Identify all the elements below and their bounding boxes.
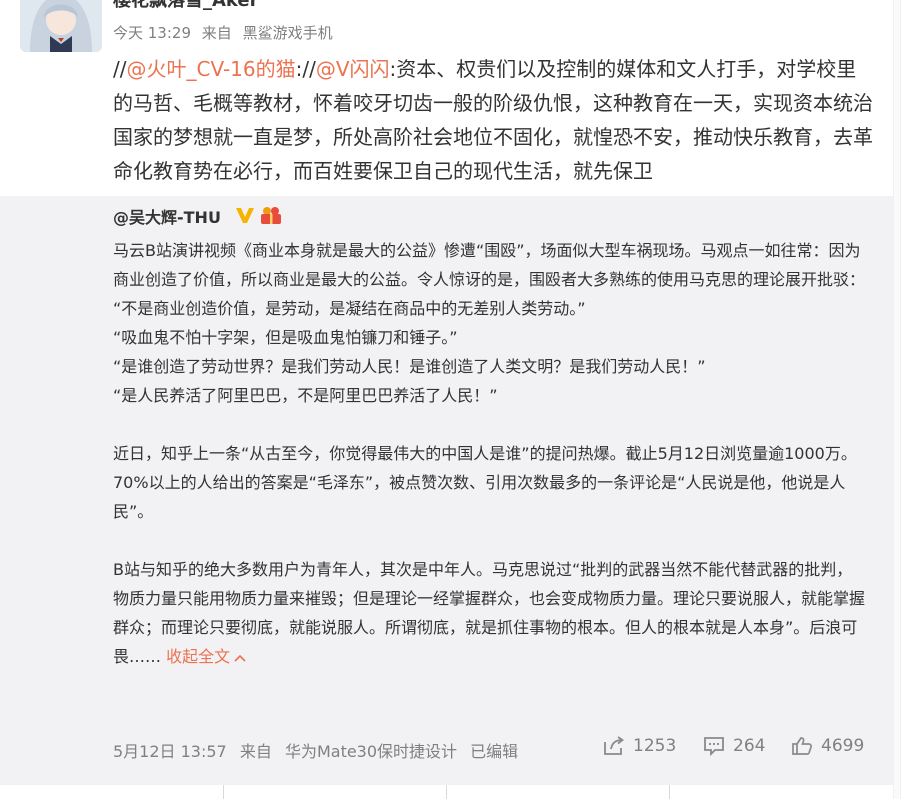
thumbs-up-icon xyxy=(792,737,812,755)
gift-badge-icon[interactable] xyxy=(258,205,284,225)
retweet-paragraph: 马云B站演讲视频《商业本身就是最大的公益》惨遭“围殴”，场面似大型车祸现场。马观… xyxy=(113,241,866,289)
retweet-username[interactable]: @吴大辉-THU xyxy=(113,204,221,228)
chevron-up-icon[interactable] xyxy=(234,644,246,673)
retweet-box: @吴大辉-THU 马云B站演讲视频《商业本身就是最大的公益》惨遭“围殴”，场面似… xyxy=(0,196,893,785)
scrollbar[interactable] xyxy=(893,0,901,799)
retweet-quote: “是人民养活了阿里巴巴，不是阿里巴巴养活了人民！” xyxy=(113,386,498,405)
avatar[interactable] xyxy=(20,0,102,52)
post-meta: 今天 13:29 来自 黑鲨游戏手机 xyxy=(113,22,339,43)
post-username[interactable]: 樱花飘落雪_Aker xyxy=(113,0,259,12)
post-source[interactable]: 黑鲨游戏手机 xyxy=(243,24,333,42)
repost-text: //@火叶_CV-16的猫://@V闪闪:资本、权贵们以及控制的媒体和文人打手，… xyxy=(113,52,873,188)
share-icon xyxy=(604,736,625,755)
action-divider xyxy=(446,785,447,799)
comment-count: 264 xyxy=(733,736,766,756)
retweet-footer: 5月12日 13:57 来自 华为Mate30保时捷设计 已编辑 1253 26… xyxy=(113,736,873,764)
post-source-prefix: 来自 xyxy=(201,24,232,42)
scrollbar-thumb[interactable] xyxy=(894,0,900,799)
action-bar xyxy=(0,785,893,799)
repost-button[interactable]: 1253 xyxy=(603,736,676,756)
like-button[interactable]: 4699 xyxy=(791,736,864,756)
comment-button[interactable]: 264 xyxy=(703,736,765,756)
action-divider xyxy=(223,785,224,799)
like-count: 4699 xyxy=(821,736,865,756)
comment-icon xyxy=(704,737,724,756)
retweet-quote: “吸血鬼不怕十字架，但是吸血鬼怕镰刀和锤子。” xyxy=(113,328,458,347)
weibo-post: 樱花飘落雪_Aker 今天 13:29 来自 黑鲨游戏手机 //@火叶_CV-1… xyxy=(0,0,893,799)
retweet-quote: “是谁创造了劳动世界？是我们劳动人民！是谁创造了人类文明？是我们劳动人民！” xyxy=(113,357,706,376)
retweet-quote: “不是商业创造价值，是劳动，是凝结在商品中的无差别人类劳动。” xyxy=(113,299,586,318)
retweet-body: 马云B站演讲视频《商业本身就是最大的公益》惨遭“围殴”，场面似大型车祸现场。马观… xyxy=(113,236,868,673)
slashes: // xyxy=(113,57,127,81)
post-time[interactable]: 今天 13:29 xyxy=(113,24,191,42)
mention-link[interactable]: @火叶_CV-16的猫 xyxy=(126,57,295,81)
collapse-link[interactable]: 收起全文 xyxy=(166,647,230,666)
retweet-time[interactable]: 5月12日 13:57 xyxy=(113,742,227,761)
retweet-paragraph: B站与知乎的绝大多数用户为青年人，其次是中年人。马克思说过“批判的武器当然不能代… xyxy=(113,555,868,673)
edited-label[interactable]: 已编辑 xyxy=(470,742,518,761)
retweet-source-prefix: 来自 xyxy=(239,742,272,761)
retweet-paragraph: 近日，知乎上一条“从古至今，你觉得最伟大的中国人是谁”的提问热爆。截止5月12日… xyxy=(113,444,857,521)
retweet-meta: 5月12日 13:57 来自 华为Mate30保时捷设计 已编辑 xyxy=(113,738,526,762)
slashes: :// xyxy=(295,57,316,81)
action-divider xyxy=(669,785,670,799)
repost-count: 1253 xyxy=(633,736,677,756)
retweet-source[interactable]: 华为Mate30保时捷设计 xyxy=(285,742,457,761)
mention-link[interactable]: @V闪闪 xyxy=(316,57,390,81)
verified-v-icon xyxy=(236,208,254,223)
